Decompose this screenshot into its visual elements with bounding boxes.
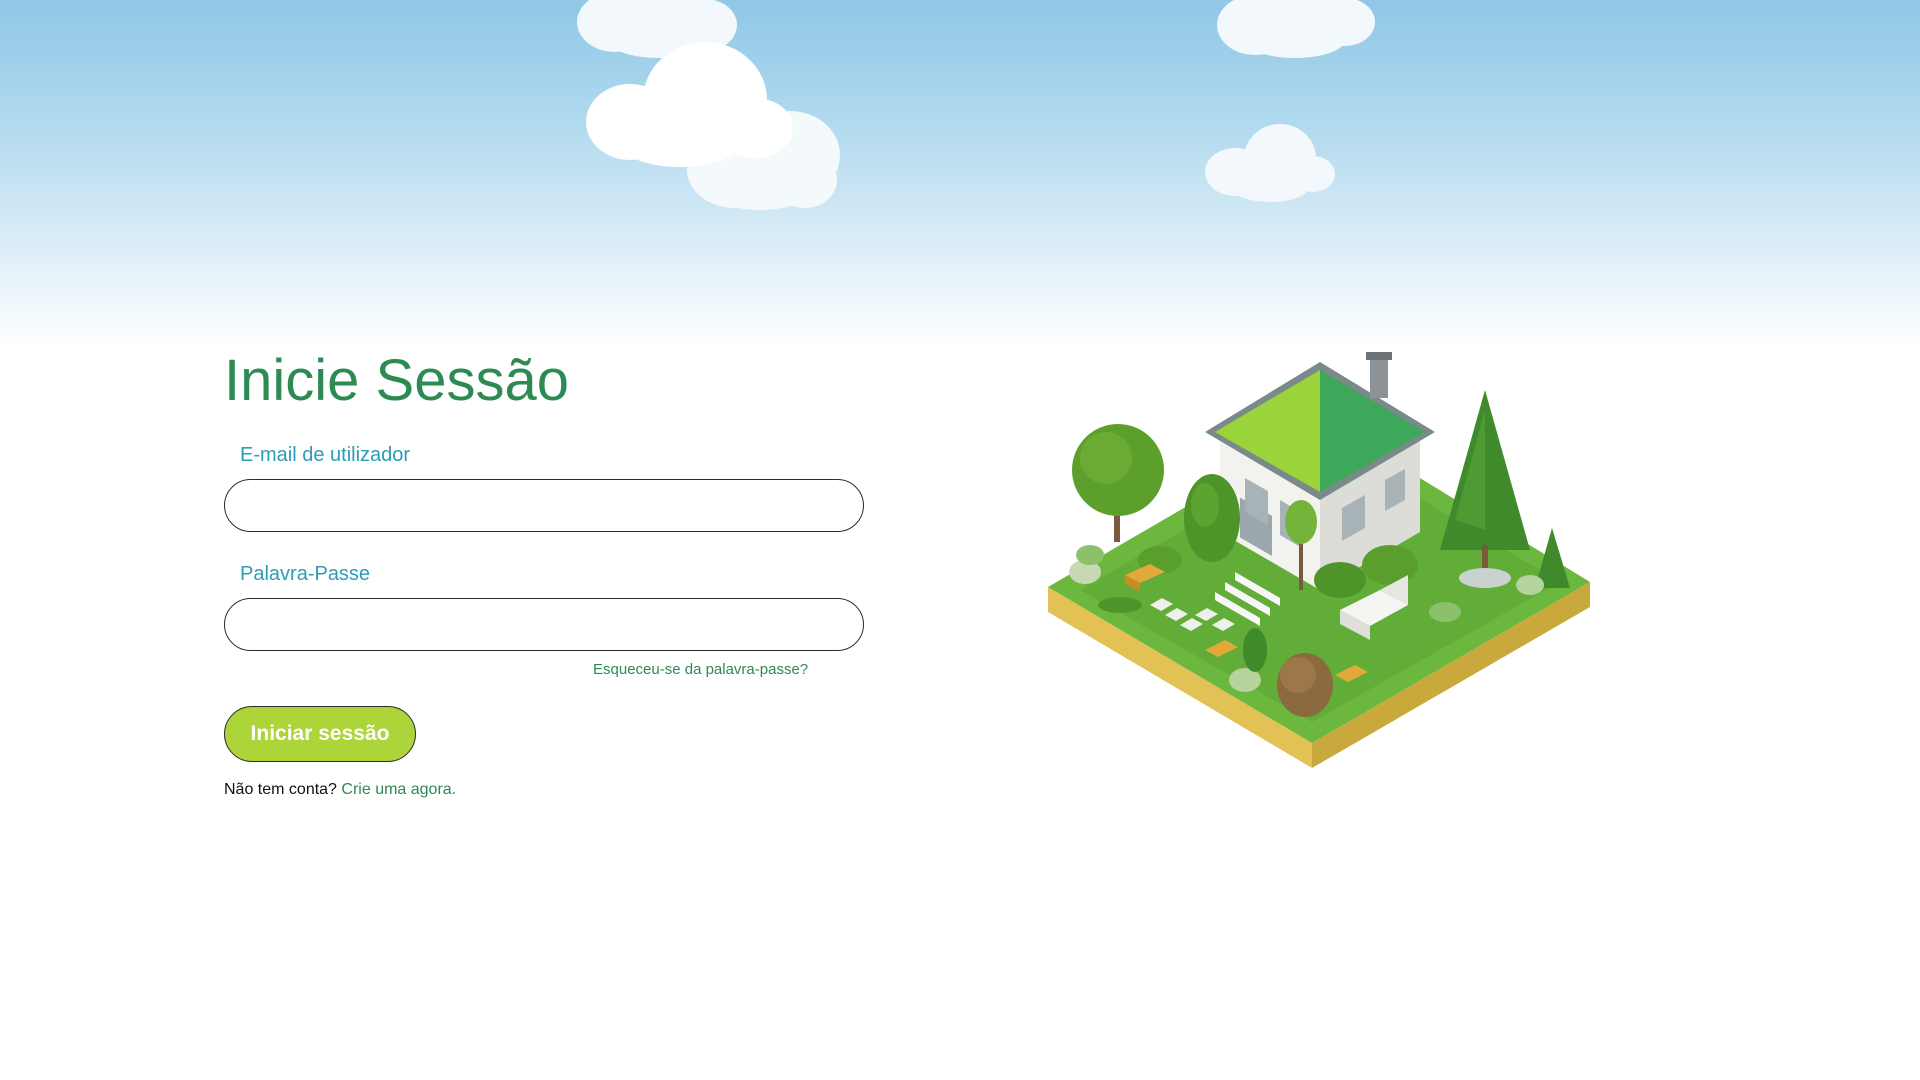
round-tree <box>1072 424 1164 542</box>
clouds-decoration <box>577 0 1375 210</box>
forgot-password-row: Esqueceu-se da palavra-passe? <box>224 661 864 685</box>
email-field[interactable] <box>224 479 864 532</box>
password-field[interactable] <box>224 598 864 651</box>
forgot-password-link[interactable]: Esqueceu-se da palavra-passe? <box>593 661 808 678</box>
page-title: Inicie Sessão <box>224 348 569 413</box>
house-illustration <box>1048 352 1590 768</box>
cloud-icon <box>1205 124 1335 202</box>
cloud-icon <box>586 42 793 167</box>
login-page: Inicie Sessão E-mail de utilizador Palav… <box>0 0 1920 1080</box>
signup-link[interactable]: Crie uma agora. <box>341 781 456 798</box>
cloud-icon <box>1217 0 1375 58</box>
email-label: E-mail de utilizador <box>240 444 411 466</box>
bush-tree <box>1184 474 1240 562</box>
login-button[interactable]: Iniciar sessão <box>224 706 416 762</box>
signup-prompt: Não tem conta? Crie uma agora. <box>224 781 864 799</box>
signup-prompt-text: Não tem conta? <box>224 781 337 798</box>
password-label: Palavra-Passe <box>240 563 371 585</box>
login-form: Inicie Sessão E-mail de utilizador Palav… <box>224 345 864 799</box>
